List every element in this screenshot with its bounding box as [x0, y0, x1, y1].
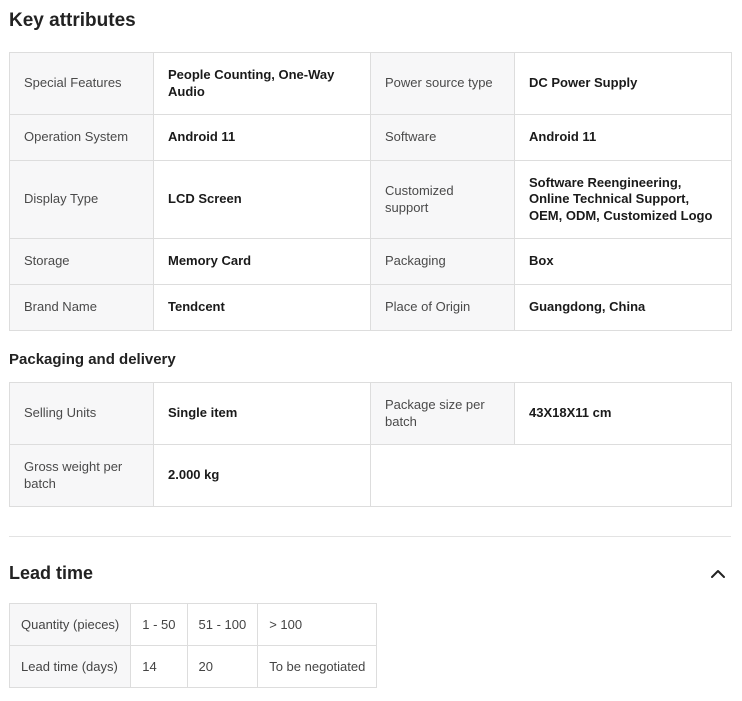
key-attributes-title: Key attributes — [9, 10, 136, 31]
attribute-value: Memory Card — [153, 238, 371, 285]
packaging-title: Packaging and delivery — [9, 351, 176, 368]
lead-time-header: Lead time (days) — [8, 645, 132, 688]
attribute-value: Android 11 — [514, 114, 732, 161]
attribute-value: People Counting, One-Way Audio — [153, 52, 371, 115]
attribute-value: DC Power Supply — [514, 52, 732, 115]
quantity-header: Quantity (pieces) — [8, 603, 132, 646]
attribute-label: Gross weight per batch — [9, 444, 154, 507]
attribute-label: Customized support — [370, 160, 515, 239]
table-row: Display Type LCD Screen Customized suppo… — [9, 160, 732, 239]
attribute-label: Selling Units — [9, 382, 154, 445]
table-row: Lead time (days) 14 20 To be negotiated — [8, 645, 378, 688]
lead-time-title: Lead time — [9, 563, 94, 583]
attribute-value: Box — [514, 238, 732, 285]
quantity-cell: 51 - 100 — [186, 603, 259, 646]
attribute-label: Storage — [9, 238, 154, 285]
attribute-value: Single item — [153, 382, 371, 445]
attribute-label: Operation System — [9, 114, 154, 161]
attribute-value: 43X18X11 cm — [514, 382, 732, 445]
attribute-value: 2.000 kg — [153, 444, 371, 507]
attribute-value: Software Reengineering, Online Technical… — [514, 160, 732, 239]
table-row: Gross weight per batch 2.000 kg — [9, 444, 732, 507]
attribute-label: Display Type — [9, 160, 154, 239]
lead-time-cell: 20 — [186, 645, 259, 688]
table-row: Selling Units Single item Package size p… — [9, 382, 732, 445]
quantity-cell: 1 - 50 — [130, 603, 188, 646]
attribute-value: LCD Screen — [153, 160, 371, 239]
attribute-label: Package size per batch — [370, 382, 515, 445]
table-row: Special Features People Counting, One-Wa… — [9, 52, 732, 115]
attribute-label: Special Features — [9, 52, 154, 115]
attribute-label: Place of Origin — [370, 284, 515, 331]
attribute-value: Guangdong, China — [514, 284, 732, 331]
attribute-label: Software — [370, 114, 515, 161]
table-row: Operation System Android 11 Software And… — [9, 114, 732, 161]
quantity-cell: > 100 — [257, 603, 378, 646]
attribute-label: Power source type — [370, 52, 515, 115]
table-row: Storage Memory Card Packaging Box — [9, 238, 732, 285]
attribute-value: Tendcent — [153, 284, 371, 331]
section-divider — [9, 536, 731, 537]
empty-cell — [370, 444, 732, 507]
table-row: Quantity (pieces) 1 - 50 51 - 100 > 100 — [8, 603, 378, 646]
lead-time-table: Quantity (pieces) 1 - 50 51 - 100 > 100 … — [8, 603, 378, 688]
attribute-value: Android 11 — [153, 114, 371, 161]
chevron-up-icon[interactable] — [709, 567, 727, 581]
key-attributes-table: Special Features People Counting, One-Wa… — [9, 52, 732, 331]
attribute-label: Packaging — [370, 238, 515, 285]
lead-time-cell: 14 — [130, 645, 188, 688]
packaging-table: Selling Units Single item Package size p… — [9, 382, 732, 507]
attribute-label: Brand Name — [9, 284, 154, 331]
lead-time-cell: To be negotiated — [257, 645, 378, 688]
table-row: Brand Name Tendcent Place of Origin Guan… — [9, 284, 732, 331]
